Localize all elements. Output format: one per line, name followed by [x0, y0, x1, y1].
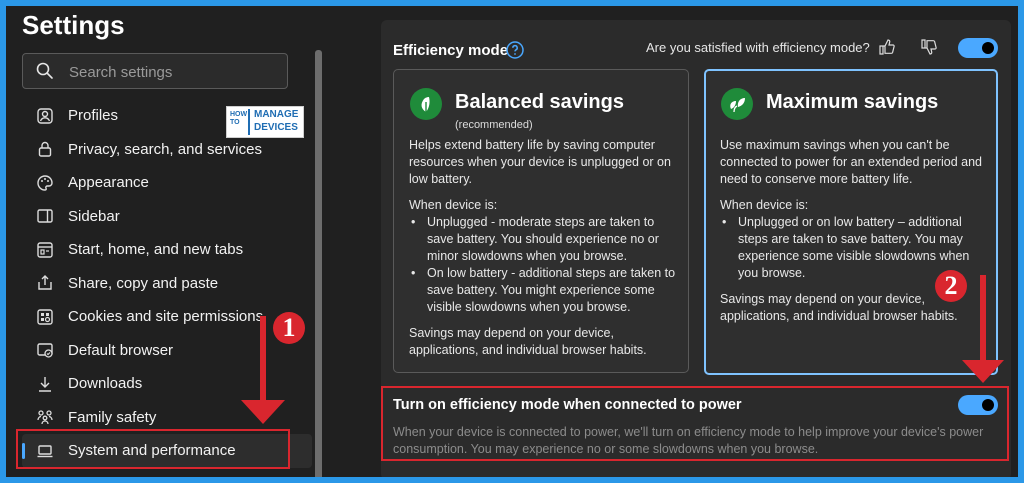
annotation-arrows: [241, 275, 1004, 424]
annotation-badge-1: 1: [273, 312, 305, 344]
arrow-2-icon: [962, 275, 1004, 383]
annotation-badge-2: 2: [935, 270, 967, 302]
